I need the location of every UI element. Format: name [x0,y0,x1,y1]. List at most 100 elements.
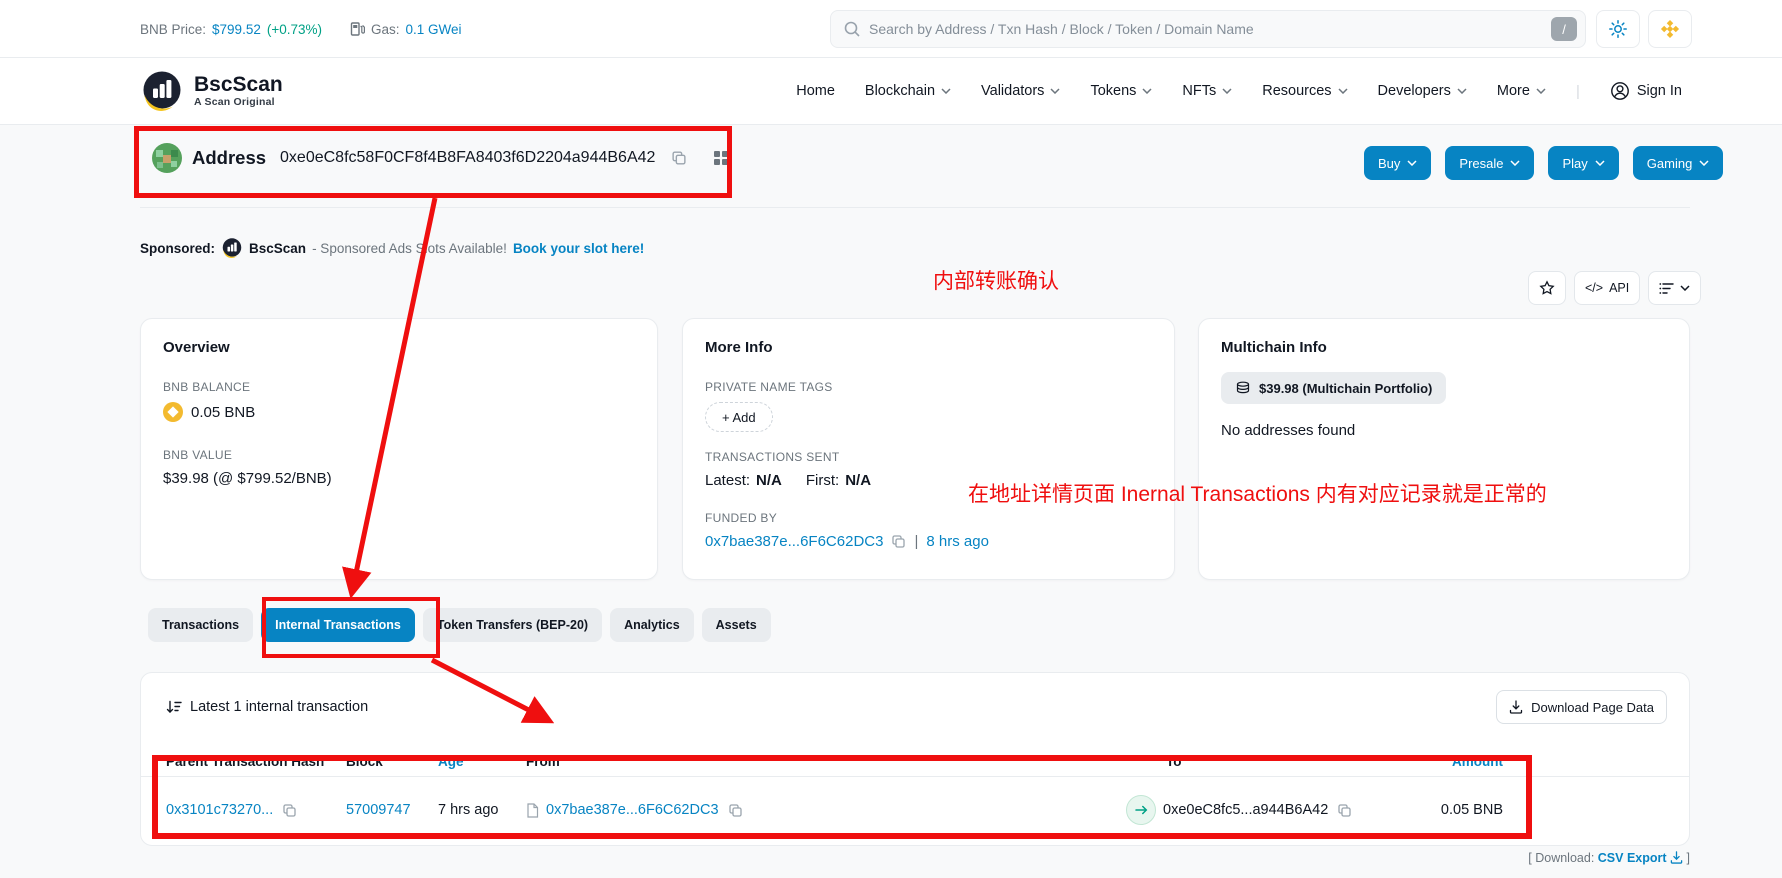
age-value: 7 hrs ago [438,802,498,818]
slash-shortcut-badge: / [1551,17,1577,41]
chevron-down-icon [941,88,951,94]
funded-by-label: FUNDED BY [705,511,1152,525]
block-link[interactable]: 57009747 [346,802,411,818]
sponsored-brand-icon [221,237,243,259]
portfolio-value: $39.98 (Multichain Portfolio) [1259,381,1432,396]
book-slot-link[interactable]: Book your slot here! [513,241,644,256]
api-button[interactable]: </> API [1574,271,1640,305]
search-bar: / [830,10,1586,48]
bnb-chain-button[interactable] [1648,10,1692,48]
sort-icon[interactable] [166,700,182,714]
multichain-portfolio-chip[interactable]: $39.98 (Multichain Portfolio) [1221,372,1446,404]
parent-tx-hash-link[interactable]: 0x3101c73270... [166,802,273,818]
chevron-down-icon [1142,88,1152,94]
funded-divider: | [914,533,918,550]
chevron-down-icon [1407,160,1417,166]
csv-export-footer: [ Download: CSV Export ] [140,851,1690,865]
chevron-down-icon [1536,88,1546,94]
multichain-card: Multichain Info $39.98 (Multichain Portf… [1198,318,1690,580]
sign-in-button[interactable]: Sign In [1610,81,1682,101]
nav-item-nfts[interactable]: NFTs [1182,83,1232,99]
copy-from-button[interactable] [728,803,743,818]
funded-by-address-link[interactable]: 0x7bae387e...6F6C62DC3 [705,533,883,550]
chevron-down-icon [1595,160,1605,166]
amount-value: 0.05 BNB [1441,802,1503,818]
chevron-down-icon [1699,160,1709,166]
main-navbar: BscScan A Scan Original Home Blockchain … [0,58,1782,125]
address-toolbar: </> API [1528,271,1701,305]
gas-value[interactable]: 0.1 GWei [406,22,462,37]
more-info-title: More Info [705,339,1152,356]
bnb-price-value[interactable]: $799.52 [212,22,261,37]
chevron-down-icon [1050,88,1060,94]
top-stats-bar: BNB Price: $799.52 (+0.73%) Gas: 0.1 GWe… [0,0,1782,58]
nav-item-home[interactable]: Home [796,83,835,99]
address-section-label: Address [192,147,266,169]
csv-export-link[interactable]: CSV Export [1598,851,1667,865]
bscscan-logo[interactable]: BscScan A Scan Original [140,69,283,113]
play-button[interactable]: Play [1548,146,1618,180]
col-amount[interactable]: Amount [1452,747,1503,777]
copy-to-button[interactable] [1337,803,1352,818]
nav-item-tokens[interactable]: Tokens [1090,83,1152,99]
qr-grid-button[interactable] [713,150,729,166]
filter-menu-button[interactable] [1648,271,1701,305]
sponsored-banner: Sponsored: BscScan - Sponsored Ads Slots… [140,237,644,259]
sponsored-label: Sponsored: [140,241,215,256]
copy-address-button[interactable] [671,150,687,166]
nav-item-resources[interactable]: Resources [1262,83,1347,99]
add-name-tag-button[interactable]: + Add [705,402,773,432]
tab-token-transfers[interactable]: Token Transfers (BEP-20) [423,608,602,642]
gaming-button[interactable]: Gaming [1633,146,1724,180]
tab-analytics[interactable]: Analytics [610,608,694,642]
nav-item-validators[interactable]: Validators [981,83,1060,99]
funded-age-link[interactable]: 8 hrs ago [926,533,989,550]
multichain-title: Multichain Info [1221,339,1667,356]
chevron-down-icon [1680,285,1690,291]
nav-item-blockchain[interactable]: Blockchain [865,83,951,99]
user-circle-icon [1610,81,1630,101]
overview-title: Overview [163,339,635,356]
col-age[interactable]: Age [438,747,464,777]
download-icon [1509,700,1523,714]
copy-funder-button[interactable] [891,534,906,549]
chevron-down-icon [1457,88,1467,94]
bnb-value: $39.98 (@ $799.52/BNB) [163,470,635,487]
coins-icon [1235,381,1251,396]
chevron-down-icon [1510,160,1520,166]
tab-internal-transactions[interactable]: Internal Transactions [261,608,415,642]
table-summary-text: Latest 1 internal transaction [190,699,368,715]
more-info-card: More Info PRIVATE NAME TAGS + Add TRANSA… [682,318,1175,580]
copy-tx-hash-button[interactable] [282,803,297,818]
tab-assets[interactable]: Assets [702,608,771,642]
buy-button[interactable]: Buy [1364,146,1431,180]
from-address-link[interactable]: 0x7bae387e...6F6C62DC3 [546,802,719,818]
tab-transactions[interactable]: Transactions [148,608,253,642]
csv-open-bracket: [ Download: [1528,851,1594,865]
first-label: First: [806,472,839,489]
theme-toggle-button[interactable] [1596,10,1640,48]
bnb-balance-label: BNB BALANCE [163,380,635,394]
no-addresses-text: No addresses found [1221,422,1667,439]
search-input[interactable] [869,21,1551,37]
price-gas-stats: BNB Price: $799.52 (+0.73%) Gas: 0.1 GWe… [140,0,462,58]
copy-icon [891,534,906,549]
favorite-button[interactable] [1528,271,1566,305]
contract-doc-icon [526,803,539,818]
bnb-value-label: BNB VALUE [163,448,635,462]
to-address-text: 0xe0eC8fc5...a944B6A42 [1163,802,1328,818]
first-value: N/A [845,472,871,489]
checklist-icon [1659,282,1674,295]
search-icon [843,20,861,38]
private-name-tags-label: PRIVATE NAME TAGS [705,380,1152,394]
nav-item-developers[interactable]: Developers [1378,83,1467,99]
bscscan-logo-icon [140,69,184,113]
csv-close-bracket: ] [1687,851,1690,865]
quick-action-buttons: Buy Presale Play Gaming [1364,146,1723,180]
latest-label: Latest: [705,472,750,489]
gas-label: Gas: [371,22,400,37]
presale-button[interactable]: Presale [1445,146,1534,180]
qr-grid-icon [713,150,729,166]
nav-item-more[interactable]: More [1497,83,1546,99]
download-page-data-button[interactable]: Download Page Data [1496,690,1667,724]
